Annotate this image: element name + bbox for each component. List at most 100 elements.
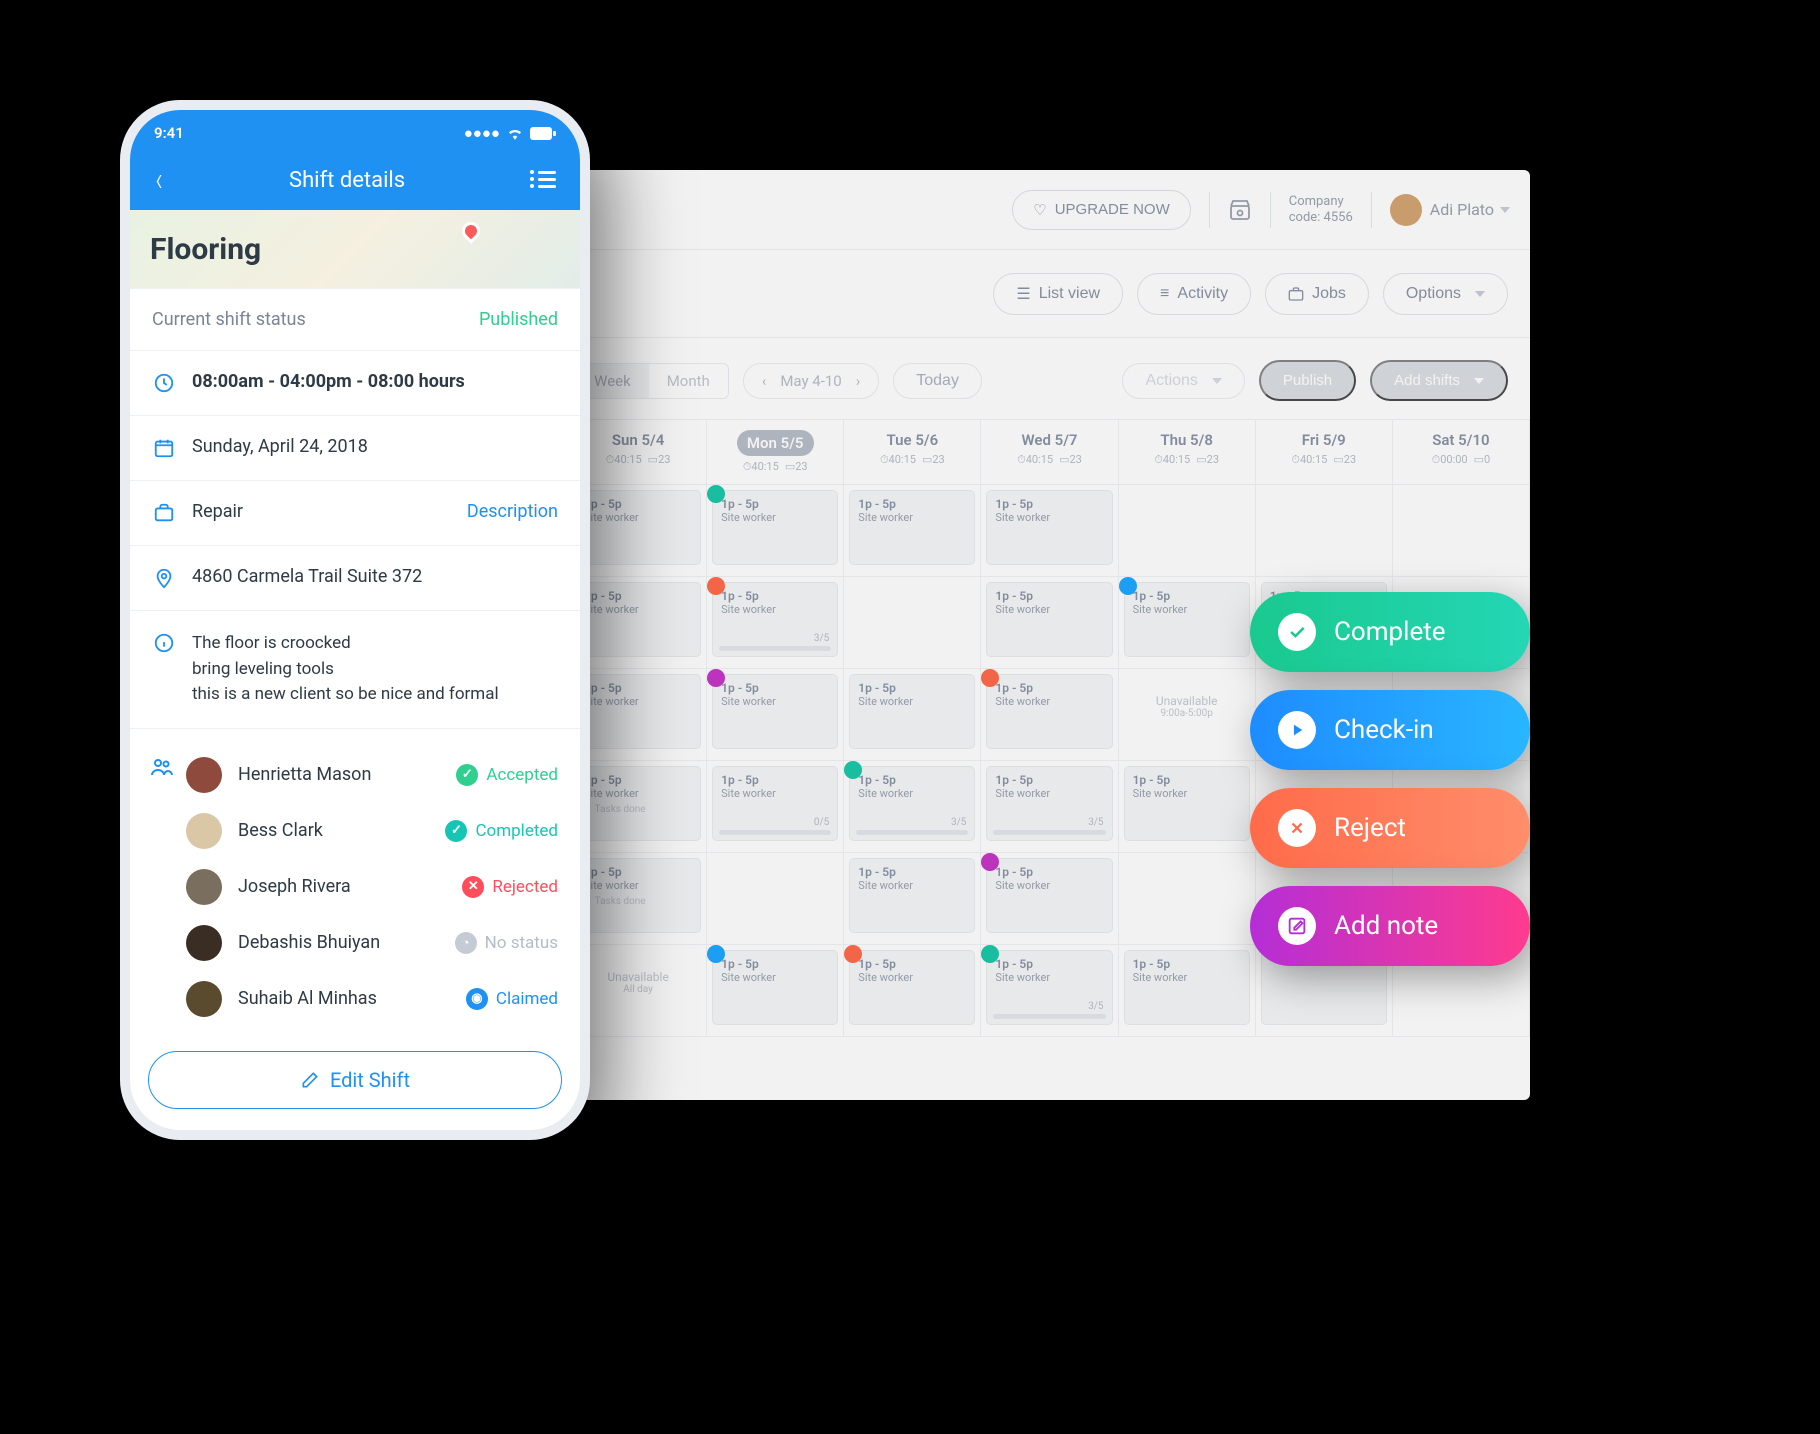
status-value: Published [479, 309, 558, 330]
staff-status: ◉Claimed [466, 988, 558, 1010]
staff-name: Henrietta Mason [238, 764, 440, 785]
shift-cell[interactable]: 1p - 5pSite worker [849, 490, 975, 565]
shift-cell[interactable]: 1p - 5pSite worker [575, 582, 701, 657]
shift-cell[interactable]: 1p - 5pSite worker3/5 [849, 766, 975, 841]
avatar [186, 981, 222, 1017]
briefcase-icon [1288, 286, 1304, 302]
briefcase-icon [152, 501, 176, 525]
shift-cell[interactable]: 1p - 5pSite worker [575, 490, 701, 565]
shift-cell[interactable]: 1p - 5pSite worker [712, 674, 838, 749]
actions-dropdown[interactable]: Actions [1122, 363, 1244, 399]
desktop-topbar: ♡ UPGRADE NOW Company code: 4556 Adi Pla… [510, 170, 1530, 250]
add-note-action[interactable]: Add note [1250, 886, 1530, 966]
staff-row[interactable]: Henrietta Mason ✓Accepted [186, 747, 558, 803]
publish-button[interactable]: Publish [1259, 360, 1356, 401]
shift-cell[interactable]: 1p - 5pSite worker [986, 858, 1112, 933]
date-row: Sunday, April 24, 2018 [130, 415, 580, 480]
status-dot-icon [1119, 577, 1137, 595]
chevron-down-icon [1212, 378, 1222, 384]
add-shifts-button[interactable]: Add shifts [1370, 360, 1508, 401]
status-badge-icon: ✓ [445, 820, 467, 842]
checkin-action[interactable]: Check-in [1250, 690, 1530, 770]
chevron-down-icon [1474, 378, 1484, 384]
category-row[interactable]: Repair Description [130, 480, 580, 545]
clock-icon [152, 371, 176, 395]
staff-name: Joseph Rivera [238, 876, 446, 897]
staff-name: Debashis Bhuiyan [238, 932, 439, 953]
shift-cell[interactable]: 1p - 5pSite worker3/5 [986, 950, 1112, 1025]
today-button[interactable]: Today [893, 363, 982, 399]
staff-name: Bess Clark [238, 820, 429, 841]
shift-cell[interactable]: 1p - 5pSite worker [1124, 950, 1250, 1025]
shift-cell[interactable]: 1p - 5pSite worker [1124, 766, 1250, 841]
seg-month[interactable]: Month [649, 364, 728, 398]
activity-button[interactable]: ≡Activity [1137, 273, 1251, 315]
desktop-toolbar: e ☰List view ≡Activity Jobs Options [510, 250, 1530, 338]
staff-row[interactable]: Suhaib Al Minhas ◉Claimed [186, 971, 558, 1027]
divider [1371, 192, 1372, 228]
battery-icon [530, 127, 556, 140]
shift-cell[interactable]: 1p - 5pSite worker3/5 [986, 766, 1112, 841]
date-range-picker[interactable]: ‹ May 4-10 › [743, 363, 879, 399]
shift-cell[interactable]: 1p - 5pSite worker [1124, 582, 1250, 657]
chevron-right-icon[interactable]: › [856, 372, 861, 390]
staff-row[interactable]: Bess Clark ✓Completed [186, 803, 558, 859]
shift-cell[interactable]: 1p - 5pSite worker [849, 858, 975, 933]
shift-cell[interactable]: 1p - 5pSite worker [986, 490, 1112, 565]
phone-header: 9:41 ●●●● ‹ Shift details [130, 110, 580, 210]
chevron-left-icon[interactable]: ‹ [762, 372, 767, 390]
staff-row[interactable]: Joseph Rivera✕Rejected [186, 859, 558, 915]
staff-status: ✓Completed [445, 820, 558, 842]
staff-name: Suhaib Al Minhas [238, 988, 450, 1009]
list-icon[interactable] [530, 169, 556, 191]
status-row: Current shift status Published [130, 288, 580, 350]
note-row: The floor is croocked bring leveling too… [130, 610, 580, 728]
user-menu[interactable]: Adi Plato [1390, 194, 1510, 226]
map-banner: Flooring [130, 210, 580, 288]
list-view-button[interactable]: ☰List view [993, 273, 1123, 315]
edit-icon [300, 1070, 320, 1090]
staff-row[interactable]: Debashis Bhuiyan ◔No status [186, 915, 558, 971]
shift-cell[interactable]: 1p - 5pSite worker [986, 674, 1112, 749]
staff-status: ✓Accepted [456, 764, 558, 786]
options-button[interactable]: Options [1383, 273, 1508, 315]
x-circle-icon [1278, 809, 1316, 847]
reject-action[interactable]: Reject [1250, 788, 1530, 868]
location-icon [152, 566, 176, 590]
check-circle-icon [1278, 613, 1316, 651]
shift-cell[interactable]: 1p - 5pSite worker [712, 490, 838, 565]
shift-cell[interactable]: 1p - 5pSite worker [849, 950, 975, 1025]
shift-cell[interactable]: 1p - 5pSite worker [986, 582, 1112, 657]
avatar [186, 925, 222, 961]
shift-cell[interactable]: 1p - 5pSite worker✓ Tasks done [575, 766, 701, 841]
shift-cell[interactable]: 1p - 5pSite worker [712, 950, 838, 1025]
people-icon [150, 755, 174, 779]
shift-cell[interactable]: 1p - 5pSite worker0/5 [712, 766, 838, 841]
map-pin-icon [458, 218, 483, 243]
store-icon[interactable] [1228, 198, 1252, 222]
unavailable-cell: Unavailable9:00a-5:00p [1124, 674, 1250, 719]
shift-cell[interactable]: 1p - 5pSite worker✓ Tasks done [575, 858, 701, 933]
edit-shift-button[interactable]: Edit Shift [148, 1051, 562, 1109]
status-icons: ●●●● [464, 124, 556, 142]
note-edit-icon [1278, 907, 1316, 945]
shift-cell[interactable]: 1p - 5pSite worker3/5 [712, 582, 838, 657]
divider [1209, 192, 1210, 228]
heart-icon: ♡ [1033, 201, 1046, 219]
complete-action[interactable]: Complete [1250, 592, 1530, 672]
avatar [186, 869, 222, 905]
shift-cell[interactable]: 1p - 5pSite worker [849, 674, 975, 749]
lines-icon: ≡ [1160, 285, 1169, 303]
description-link[interactable]: Description [467, 501, 558, 522]
divider [1270, 192, 1271, 228]
upgrade-button[interactable]: ♡ UPGRADE NOW [1012, 190, 1190, 230]
shift-cell[interactable]: 1p - 5pSite worker [575, 674, 701, 749]
chevron-down-icon [1475, 291, 1485, 297]
status-badge-icon: ◉ [466, 988, 488, 1010]
staff-status: ◔No status [455, 932, 558, 954]
jobs-button[interactable]: Jobs [1265, 273, 1369, 315]
address-row[interactable]: 4860 Carmela Trail Suite 372 [130, 545, 580, 610]
back-button[interactable]: ‹ [156, 160, 163, 200]
signal-icon: ●●●● [464, 124, 500, 142]
unavailable-cell: UnavailableAll day [575, 950, 701, 995]
